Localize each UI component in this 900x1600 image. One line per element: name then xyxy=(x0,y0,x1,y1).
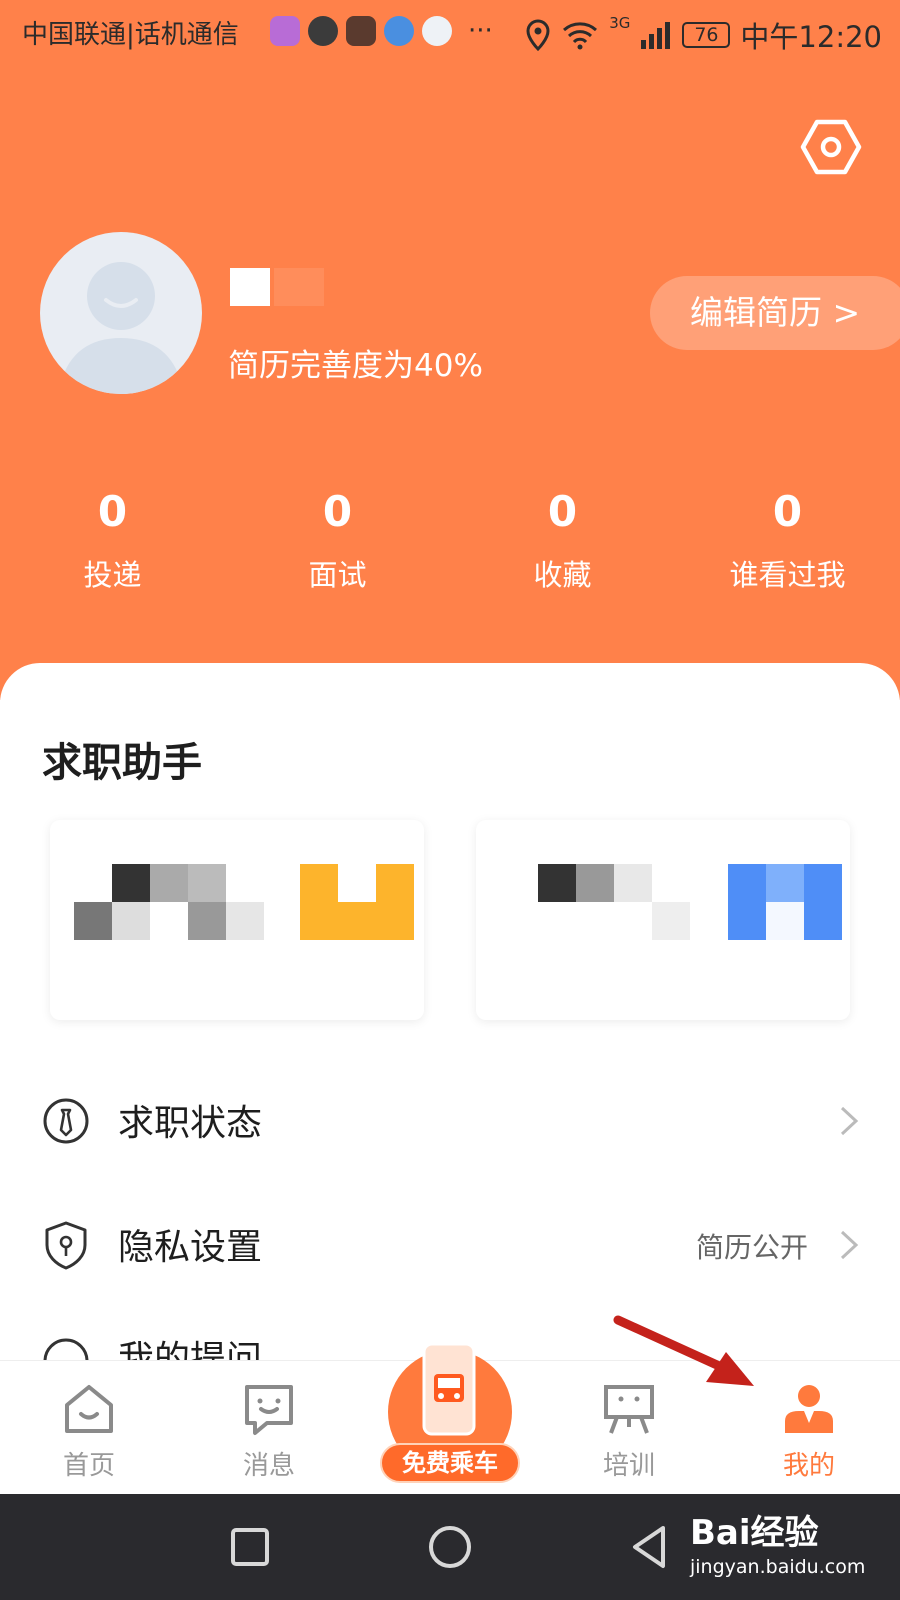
status-bar: 中国联通|话机通信 ··· 3G 76 中午12:20 xyxy=(0,0,900,64)
more-notifications-icon: ··· xyxy=(468,16,493,46)
stat-favorites[interactable]: 0 收藏 xyxy=(450,486,675,594)
assistant-tool-card[interactable] xyxy=(50,820,424,1020)
notification-icons: ··· xyxy=(270,16,493,46)
user-name-redacted xyxy=(230,268,324,306)
battery-icon: 76 xyxy=(682,22,731,48)
user-icon xyxy=(785,1385,833,1433)
stat-viewers[interactable]: 0 谁看过我 xyxy=(675,486,900,594)
app-notification-icon xyxy=(422,16,452,46)
tab-label: 消息 xyxy=(242,1451,295,1481)
tab-label: 我的 xyxy=(782,1451,835,1481)
back-nav-icon[interactable] xyxy=(625,1522,675,1572)
message-icon xyxy=(245,1385,293,1435)
pixelated-block xyxy=(576,864,614,902)
default-avatar-icon xyxy=(58,262,184,394)
menu-privacy-settings[interactable]: 隐私设置 简历公开 xyxy=(0,1188,900,1298)
assistant-tool-card[interactable] xyxy=(476,820,850,1020)
edit-resume-button[interactable]: 编辑简历 > xyxy=(650,276,900,350)
pixelated-block xyxy=(652,902,690,940)
network-type-label: 3G xyxy=(609,14,631,32)
pixelated-block xyxy=(338,864,376,902)
stat-value: 0 xyxy=(547,487,578,536)
stat-label: 谁看过我 xyxy=(729,558,846,592)
pixelated-block xyxy=(188,902,226,940)
carrier-label: 中国联通|话机通信 xyxy=(22,20,239,50)
free-ride-label: 免费乘车 xyxy=(380,1443,520,1483)
pixelated-block xyxy=(112,902,150,940)
tab-mine[interactable]: 我的 xyxy=(754,1381,864,1482)
chevron-right-icon xyxy=(840,1106,859,1136)
privacy-value: 简历公开 xyxy=(695,1231,808,1264)
shield-icon xyxy=(45,1221,87,1270)
stats-row: 0 投递 0 面试 0 收藏 0 谁看过我 xyxy=(0,486,900,594)
stat-value: 0 xyxy=(772,487,803,536)
tab-home[interactable]: 首页 xyxy=(34,1381,144,1482)
annotation-arrow xyxy=(613,1315,754,1386)
stat-label: 投递 xyxy=(83,558,142,592)
home-icon xyxy=(65,1385,113,1433)
watermark-url: jingyan.baidu.com xyxy=(690,1556,866,1578)
watermark-brand: Bai经验 xyxy=(690,1513,819,1553)
pixelated-block xyxy=(614,864,652,902)
huawei-store-icon xyxy=(346,16,376,46)
free-ride-button[interactable]: 免费乘车 xyxy=(378,1340,522,1490)
tab-label: 培训 xyxy=(602,1451,655,1481)
recent-apps-icon[interactable] xyxy=(225,1522,275,1572)
menu-label: 我的提问 xyxy=(118,1339,263,1360)
baidu-jingyan-watermark: Bai经验 jingyan.baidu.com xyxy=(690,1505,865,1578)
app-notification-icon xyxy=(270,16,300,46)
settings-icon[interactable] xyxy=(800,116,862,178)
clock: 中午12:20 xyxy=(740,20,882,54)
tab-label: 首页 xyxy=(62,1451,115,1481)
pixelated-block xyxy=(150,864,188,902)
tab-messages[interactable]: 消息 xyxy=(214,1381,324,1482)
tie-icon xyxy=(43,1098,89,1144)
location-icon xyxy=(526,19,550,51)
stat-value: 0 xyxy=(97,487,128,536)
phone-bus-icon xyxy=(422,1342,476,1436)
stat-applications[interactable]: 0 投递 xyxy=(0,486,225,594)
tab-training[interactable]: 培训 xyxy=(574,1381,684,1482)
pixelated-block xyxy=(226,902,264,940)
browser-notification-icon xyxy=(384,16,414,46)
redacted-block xyxy=(230,268,270,306)
home-nav-icon[interactable] xyxy=(425,1522,475,1572)
resume-completion: 简历完善度为40% xyxy=(228,348,483,384)
pixelated-block xyxy=(766,902,804,940)
menu-label: 求职状态 xyxy=(118,1103,263,1144)
stat-interviews[interactable]: 0 面试 xyxy=(225,486,450,594)
stat-value: 0 xyxy=(322,487,353,536)
avatar[interactable] xyxy=(40,232,202,394)
redacted-block xyxy=(274,268,324,306)
status-right: 3G 76 中午12:20 xyxy=(525,14,882,56)
chat-notification-icon xyxy=(308,16,338,46)
pixelated-block xyxy=(74,902,112,940)
pixelated-block xyxy=(188,864,226,902)
job-assistant-title: 求职助手 xyxy=(42,740,202,786)
signal-icon xyxy=(641,22,671,49)
pixelated-block xyxy=(766,864,804,902)
profile-header: 中国联通|话机通信 ··· 3G 76 中午12:20 简历完善度为40% 编辑… xyxy=(0,0,900,700)
menu-label: 隐私设置 xyxy=(118,1227,263,1268)
pixelated-block xyxy=(112,864,150,902)
chevron-right-icon xyxy=(840,1230,859,1260)
question-icon xyxy=(43,1338,89,1360)
stat-label: 面试 xyxy=(308,558,367,592)
stat-label: 收藏 xyxy=(533,558,592,592)
wifi-icon xyxy=(563,22,598,50)
pixelated-block xyxy=(538,864,576,902)
menu-job-status[interactable]: 求职状态 xyxy=(0,1064,900,1174)
